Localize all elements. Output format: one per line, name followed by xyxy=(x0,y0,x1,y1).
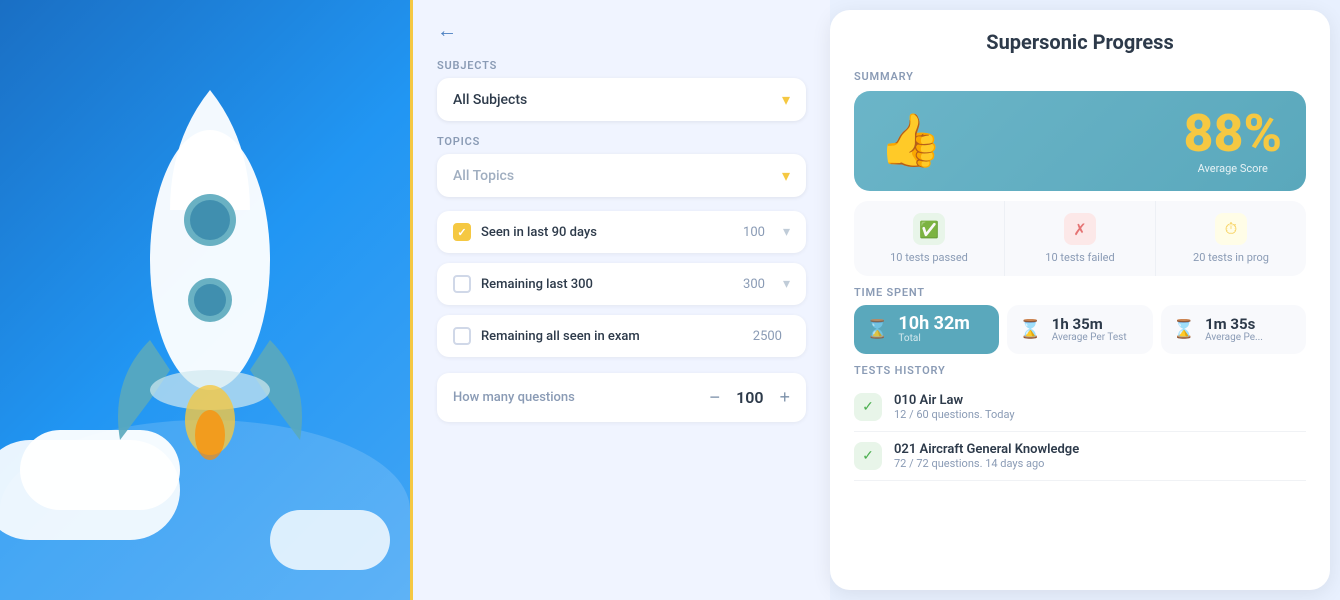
tests-inprog-stat: ⏱ 20 tests in prog xyxy=(1156,201,1306,276)
history-sub-1: 72 / 72 questions. 14 days ago xyxy=(894,457,1079,470)
back-button[interactable]: ← xyxy=(437,20,457,43)
subjects-label: Subjects xyxy=(437,59,806,72)
total-time-sub: Total xyxy=(898,333,969,344)
filter3-checkbox[interactable] xyxy=(453,327,471,345)
filter2-label: Remaining last 300 xyxy=(481,277,733,292)
filter2-row[interactable]: Remaining last 300 300 ▾ xyxy=(437,263,806,305)
left-panel xyxy=(0,0,410,600)
topics-section: Topics All Topics ▾ xyxy=(437,135,806,197)
history-text-0: 010 Air Law 12 / 60 questions. Today xyxy=(894,393,1015,421)
subjects-dropdown[interactable]: All Subjects ▾ xyxy=(437,78,806,121)
failed-icon: ✗ xyxy=(1064,213,1096,245)
tests-inprog-label: 20 tests in prog xyxy=(1193,251,1269,264)
history-title-0: 010 Air Law xyxy=(894,393,1015,408)
avg-per-q-sub: Average Pe... xyxy=(1205,332,1263,343)
history-text-1: 021 Aircraft General Knowledge 72 / 72 q… xyxy=(894,442,1079,470)
average-score-value: 88% xyxy=(1183,108,1282,160)
tests-failed-stat: ✗ 10 tests failed xyxy=(1005,201,1156,276)
cloud-3 xyxy=(270,510,390,570)
questions-row: How many questions − 100 + xyxy=(437,373,806,422)
history-item-0[interactable]: ✓ 010 Air Law 12 / 60 questions. Today xyxy=(854,383,1306,432)
filter2-checkbox[interactable] xyxy=(453,275,471,293)
time-label: TIME SPENT xyxy=(854,286,1306,299)
avg-test-icon: ⌛ xyxy=(1019,319,1041,340)
quantity-value: 100 xyxy=(736,388,763,407)
thumbs-up-emoji: 👍 xyxy=(878,115,943,167)
filter3-label: Remaining all seen in exam xyxy=(481,329,743,344)
filter1-count: 100 xyxy=(743,225,765,240)
filter2-chevron: ▾ xyxy=(783,276,790,292)
avg-q-icon: ⌛ xyxy=(1173,319,1195,340)
filter1-label: Seen in last 90 days xyxy=(481,225,733,240)
tests-passed-label: 10 tests passed xyxy=(890,251,968,264)
back-icon: ← xyxy=(437,20,457,43)
total-time-value: 10h 32m xyxy=(898,315,969,333)
subjects-section: Subjects All Subjects ▾ xyxy=(437,59,806,121)
avg-per-q-item: ⌛ 1m 35s Average Pe... xyxy=(1161,305,1306,354)
rocket-illustration xyxy=(50,60,370,480)
history-section: TESTS HISTORY ✓ 010 Air Law 12 / 60 ques… xyxy=(854,364,1306,481)
avg-per-test-item: ⌛ 1h 35m Average Per Test xyxy=(1007,305,1152,354)
passed-icon: ✅ xyxy=(913,213,945,245)
subjects-value: All Subjects xyxy=(453,92,527,108)
filter3-count: 2500 xyxy=(753,329,782,344)
total-time-icon: ⌛ xyxy=(866,319,888,340)
summary-section: SUMMARY 👍 88% Average Score xyxy=(854,70,1306,191)
right-panel: Supersonic Progress SUMMARY 👍 88% Averag… xyxy=(830,10,1330,590)
filter1-chevron: ▾ xyxy=(783,224,790,240)
avg-per-test-sub: Average Per Test xyxy=(1052,332,1127,343)
topics-value: All Topics xyxy=(453,168,514,184)
subjects-chevron: ▾ xyxy=(782,90,790,109)
filter1-row[interactable]: Seen in last 90 days 100 ▾ xyxy=(437,211,806,253)
history-icon-1: ✓ xyxy=(854,442,882,470)
stats-row: ✅ 10 tests passed ✗ 10 tests failed ⏱ 20… xyxy=(854,201,1306,276)
avg-per-q-value: 1m 35s xyxy=(1205,317,1263,332)
tests-failed-label: 10 tests failed xyxy=(1045,251,1114,264)
topics-dropdown[interactable]: All Topics ▾ xyxy=(437,154,806,197)
time-section: TIME SPENT ⌛ 10h 32m Total ⌛ 1h 35m Aver… xyxy=(854,286,1306,354)
page-title: Supersonic Progress xyxy=(854,30,1306,54)
history-sub-0: 12 / 60 questions. Today xyxy=(894,408,1015,421)
increment-button[interactable]: + xyxy=(779,387,790,408)
avg-per-test-value: 1h 35m xyxy=(1052,317,1127,332)
history-label: TESTS HISTORY xyxy=(854,364,1306,377)
summary-label: SUMMARY xyxy=(854,70,1306,83)
average-score-label: Average Score xyxy=(1183,162,1282,175)
questions-label: How many questions xyxy=(453,390,575,405)
summary-card: 👍 88% Average Score xyxy=(854,91,1306,191)
decrement-button[interactable]: − xyxy=(710,387,721,408)
filter2-count: 300 xyxy=(743,277,765,292)
filter1-checkbox[interactable] xyxy=(453,223,471,241)
history-icon-0: ✓ xyxy=(854,393,882,421)
history-item-1[interactable]: ✓ 021 Aircraft General Knowledge 72 / 72… xyxy=(854,432,1306,481)
tests-passed-stat: ✅ 10 tests passed xyxy=(854,201,1005,276)
history-title-1: 021 Aircraft General Knowledge xyxy=(894,442,1079,457)
total-time-item: ⌛ 10h 32m Total xyxy=(854,305,999,354)
quantity-controls: − 100 + xyxy=(710,387,790,408)
time-row: ⌛ 10h 32m Total ⌛ 1h 35m Average Per Tes… xyxy=(854,305,1306,354)
topics-label: Topics xyxy=(437,135,806,148)
filter3-row[interactable]: Remaining all seen in exam 2500 xyxy=(437,315,806,357)
topics-chevron: ▾ xyxy=(782,166,790,185)
inprog-icon: ⏱ xyxy=(1215,213,1247,245)
middle-panel: ← Subjects All Subjects ▾ Topics All Top… xyxy=(410,0,830,600)
